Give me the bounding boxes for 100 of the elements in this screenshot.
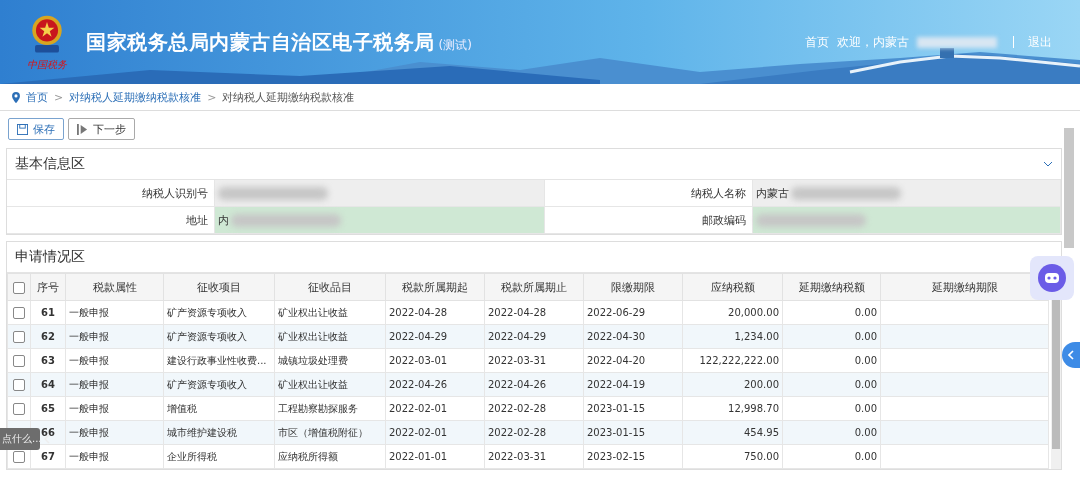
table-cell: 2022-06-29 [587,307,646,318]
input-field[interactable] [215,180,545,207]
table-cell: 2022-04-28 [488,307,547,318]
table-cell: 2022-03-31 [488,451,547,462]
table-cell: 矿业权出让收益 [278,330,348,342]
input-field[interactable] [753,207,1061,234]
table-cell: 2022-01-01 [389,451,448,462]
breadcrumb-link[interactable]: 首页 [26,89,48,105]
table-cell: 64 [41,379,55,390]
table-cell: 62 [41,331,55,342]
table-cell: 750.00 [744,451,779,462]
table-cell: 2022-03-01 [389,355,448,366]
table-cell: 0.00 [854,451,877,462]
column-header: 征收品目 [308,280,352,294]
table-cell: 2022-04-20 [587,355,646,366]
table-cell: 2022-04-26 [488,379,547,390]
location-pin-icon [12,91,20,103]
table-cell: 2023-02-15 [587,451,646,462]
table-cell: 0.00 [854,331,877,342]
table-cell: 应纳税所得额 [278,450,338,462]
breadcrumb-link[interactable]: 对纳税人延期缴纳税款核准 [69,89,202,105]
table-cell: 2023-01-15 [587,403,646,414]
scrollbar[interactable] [1051,297,1061,469]
table-cell: 矿产资源专项收入 [167,330,247,342]
checkbox[interactable] [13,354,25,367]
table-cell: 2022-02-28 [488,403,547,414]
field-label: 地址 [7,207,215,234]
table-cell: 2022-04-28 [389,307,448,318]
table-cell: 63 [41,355,55,366]
checkbox[interactable] [13,402,25,415]
table-cell: 2022-02-01 [389,427,448,438]
table-cell: 企业所得税 [167,450,217,462]
breadcrumb-separator: > [54,90,64,104]
table-cell: 矿产资源专项收入 [167,378,247,390]
table-cell: 0.00 [854,379,877,390]
table-cell: 65 [41,403,55,414]
play-icon [77,123,88,135]
site-title: 国家税务总局内蒙古自治区电子税务局 [86,28,435,56]
table-cell: 61 [41,307,55,318]
table-cell: 2022-03-31 [488,355,547,366]
chat-input[interactable]: 点什么... [0,432,42,446]
column-header: 税款所属期起 [402,280,468,294]
save-icon [17,123,28,135]
table-cell: 0.00 [854,307,877,318]
column-header: 税款所属期止 [501,280,567,294]
table-cell: 0.00 [854,427,877,438]
column-header: 延期缴纳税额 [798,280,865,294]
column-header: 税款属性 [92,280,137,294]
collapse-tab[interactable] [1062,342,1080,368]
table-cell: 工程勘察勘探服务 [278,402,358,414]
column-header: 应纳税额 [710,280,755,294]
table-cell: 城市维护建设税 [167,426,237,438]
welcome-text: 欢迎，内蒙古 [837,33,909,51]
table-cell: 一般申报 [69,330,109,342]
title-suffix: (测试) [438,36,472,54]
table-cell: 200.00 [744,379,779,390]
column-header: 序号 [37,280,59,294]
input-field[interactable]: 内蒙古 [753,180,1061,207]
table-cell: 增值税 [167,402,197,414]
table-cell: 12,998.70 [728,403,779,414]
section-title: 申请情况区 [15,248,85,266]
table-cell: 一般申报 [69,306,109,318]
checkbox[interactable] [13,378,25,391]
table-cell: 矿产资源专项收入 [167,306,247,318]
table-cell: 0.00 [854,403,877,414]
table-cell: 矿业权出让收益 [278,378,348,390]
chevron-icon[interactable] [1043,161,1053,167]
checkbox[interactable] [13,281,25,294]
table-cell: 城镇垃圾处理费 [278,354,348,366]
table-cell: 2022-04-29 [488,331,547,342]
table-cell: 一般申报 [69,426,109,438]
table-cell: 2022-04-29 [389,331,448,342]
section-title: 基本信息区 [15,155,85,173]
table-cell: 1,234.00 [734,331,779,342]
table-cell: 2022-02-28 [488,427,547,438]
table-cell: 一般申报 [69,450,109,462]
checkbox[interactable] [13,306,25,319]
table-cell: 市区（增值税附征） [278,426,368,438]
scrollbar[interactable] [1064,128,1074,248]
table-cell: 66 [41,427,55,438]
column-header: 限缴期限 [611,280,655,294]
toolbar-button[interactable]: 下一步 [68,118,135,140]
checkbox[interactable] [13,330,25,343]
field-label: 邮政编码 [545,207,753,234]
table-cell: 2022-04-19 [587,379,646,390]
column-header: 征收项目 [197,280,241,294]
table-cell: 454.95 [744,427,779,438]
table-cell: 矿业权出让收益 [278,306,348,318]
toolbar-button[interactable]: 保存 [8,118,64,140]
input-field[interactable]: 内 [215,207,545,234]
table-cell: 2022-04-30 [587,331,646,342]
checkbox[interactable] [13,450,25,463]
table-cell: 2022-02-01 [389,403,448,414]
table-cell: 一般申报 [69,354,109,366]
table-cell: 20,000.00 [728,307,779,318]
assistant-button[interactable] [1030,256,1074,300]
table-cell: 2022-04-26 [389,379,448,390]
table-cell: 一般申报 [69,402,109,414]
table-cell: 2023-01-15 [587,427,646,438]
table-cell: 建设行政事业性收费... [167,354,267,366]
